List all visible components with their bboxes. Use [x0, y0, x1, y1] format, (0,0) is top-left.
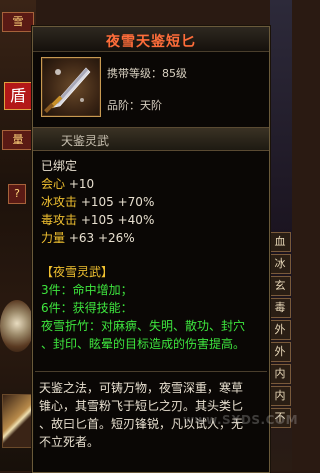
- bound-status: 已绑定: [41, 159, 78, 173]
- carry-level: 携带等级：85级: [107, 67, 187, 80]
- right-chip-outer-2[interactable]: 外: [269, 342, 291, 362]
- set-bonus-6: 6件：获得技能：: [41, 301, 133, 315]
- item-title: 夜雪天鉴短匕: [106, 34, 196, 50]
- stat-ice-attack: 冰攻击 +105 +70%: [41, 193, 154, 210]
- lore-line: 天鉴之法，可铸万物，夜雪深重，寒草: [39, 381, 244, 395]
- stat-value: +10: [68, 177, 95, 191]
- right-chip-blood[interactable]: 血: [269, 232, 291, 252]
- left-tab-snow[interactable]: 雪: [2, 12, 34, 32]
- item-tooltip: 夜雪天鉴短匕 携带等级：85级 品阶：天阶 天鉴灵武 已绑定 会心 +10 冰攻…: [32, 26, 298, 473]
- section-title: 天鉴灵武: [61, 134, 110, 148]
- right-chip-inner-1[interactable]: 内: [269, 364, 291, 384]
- item-grade: 品阶：天阶: [107, 99, 162, 112]
- stat-value: +105 +40%: [80, 213, 155, 227]
- right-chip-outer-1[interactable]: 外: [269, 320, 291, 340]
- stat-label: 力量: [41, 231, 66, 245]
- stat-crit: 会心 +10: [41, 175, 94, 192]
- dagger-slot-icon[interactable]: [2, 394, 34, 448]
- right-chip-poison[interactable]: 毒: [269, 298, 291, 318]
- dagger-icon: [41, 57, 101, 117]
- watermark: www.SXDS.COM: [183, 413, 299, 427]
- stat-strength: 力量 +63 +26%: [41, 229, 135, 246]
- stat-value: +63 +26%: [68, 231, 135, 245]
- stat-label: 会心: [41, 177, 66, 191]
- skill-desc-1: 夜雪折竹：对麻痹、失明、散功、封穴: [41, 319, 246, 333]
- divider: [35, 371, 267, 372]
- right-chip-ice[interactable]: 冰: [269, 254, 291, 274]
- left-tab-quantity[interactable]: 量: [2, 130, 34, 150]
- stat-value: +105 +70%: [80, 195, 155, 209]
- stat-poison-attack: 毒攻击 +105 +40%: [41, 211, 154, 228]
- lore-line: 不立死者。: [39, 435, 100, 449]
- medal-icon: [0, 300, 34, 352]
- tooltip-title-bar: 夜雪天鉴短匕: [33, 27, 269, 52]
- right-chip-dark[interactable]: 玄: [269, 276, 291, 296]
- stat-label: 毒攻击: [41, 213, 78, 227]
- skill-desc-2: 、封印、眩晕的目标造成的伤害提高。: [41, 337, 246, 351]
- set-title: 【夜雪灵武】: [41, 265, 114, 279]
- set-bonus-3: 3件：命中增加；: [41, 283, 133, 297]
- section-bar: 天鉴灵武: [33, 127, 269, 151]
- right-chip-inner-2[interactable]: 内: [269, 386, 291, 406]
- help-button[interactable]: ?: [8, 184, 26, 204]
- left-emblem[interactable]: 盾: [4, 82, 32, 110]
- stat-label: 冰攻击: [41, 195, 78, 209]
